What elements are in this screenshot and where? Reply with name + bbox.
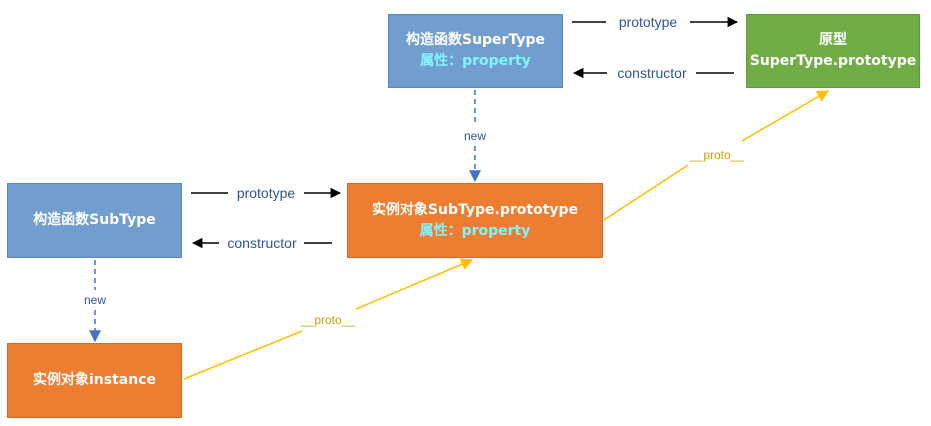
prototype-name: SuperType.prototype — [749, 53, 917, 69]
instance-title: 实例对象instance — [33, 372, 156, 388]
edge-label-constructor-mid: constructor — [227, 235, 297, 251]
supertype-property: 属性：property — [420, 53, 531, 69]
edge-subprototype-constructor-subtype: constructor — [191, 235, 332, 251]
edge-supertype-prototype: prototype — [572, 14, 739, 30]
edge-label-new-bottom: new — [84, 293, 106, 307]
supertype-title: 构造函数SuperType — [405, 32, 545, 48]
edge-label-new-top: new — [464, 129, 486, 143]
subtype-title: 构造函数SubType — [33, 212, 156, 228]
edge-new-subtype: new — [84, 260, 106, 343]
prototype-title: 原型 — [819, 32, 847, 48]
edge-subtype-subprototype: prototype — [191, 185, 342, 201]
edge-label-constructor-top: constructor — [617, 65, 687, 81]
edge-proto-subprototype: __proto__ — [603, 90, 830, 221]
instance-box: 实例对象instance — [7, 343, 182, 418]
edge-label-prototype-mid: prototype — [237, 185, 296, 201]
edge-label-proto-top: __proto__ — [689, 148, 744, 162]
edge-label-prototype-top: prototype — [619, 14, 678, 30]
supertype-prototype-box: 原型 SuperType.prototype — [746, 14, 920, 88]
subtype-prototype-title: 实例对象SubType.prototype — [371, 201, 579, 218]
edge-label-proto-bottom: __proto__ — [300, 313, 355, 327]
supertype-constructor-box: 构造函数SuperType 属性：property — [388, 14, 563, 88]
edge-proto-instance: __proto__ — [183, 258, 474, 380]
subtype-prototype-property: 属性：property — [419, 222, 531, 239]
edge-proto-constructor-supertype: constructor — [572, 65, 734, 81]
subtype-constructor-box: 构造函数SubType — [7, 183, 182, 258]
edge-new-supertype: new — [464, 90, 486, 183]
subtype-prototype-box: 实例对象SubType.prototype 属性：property — [347, 183, 603, 258]
